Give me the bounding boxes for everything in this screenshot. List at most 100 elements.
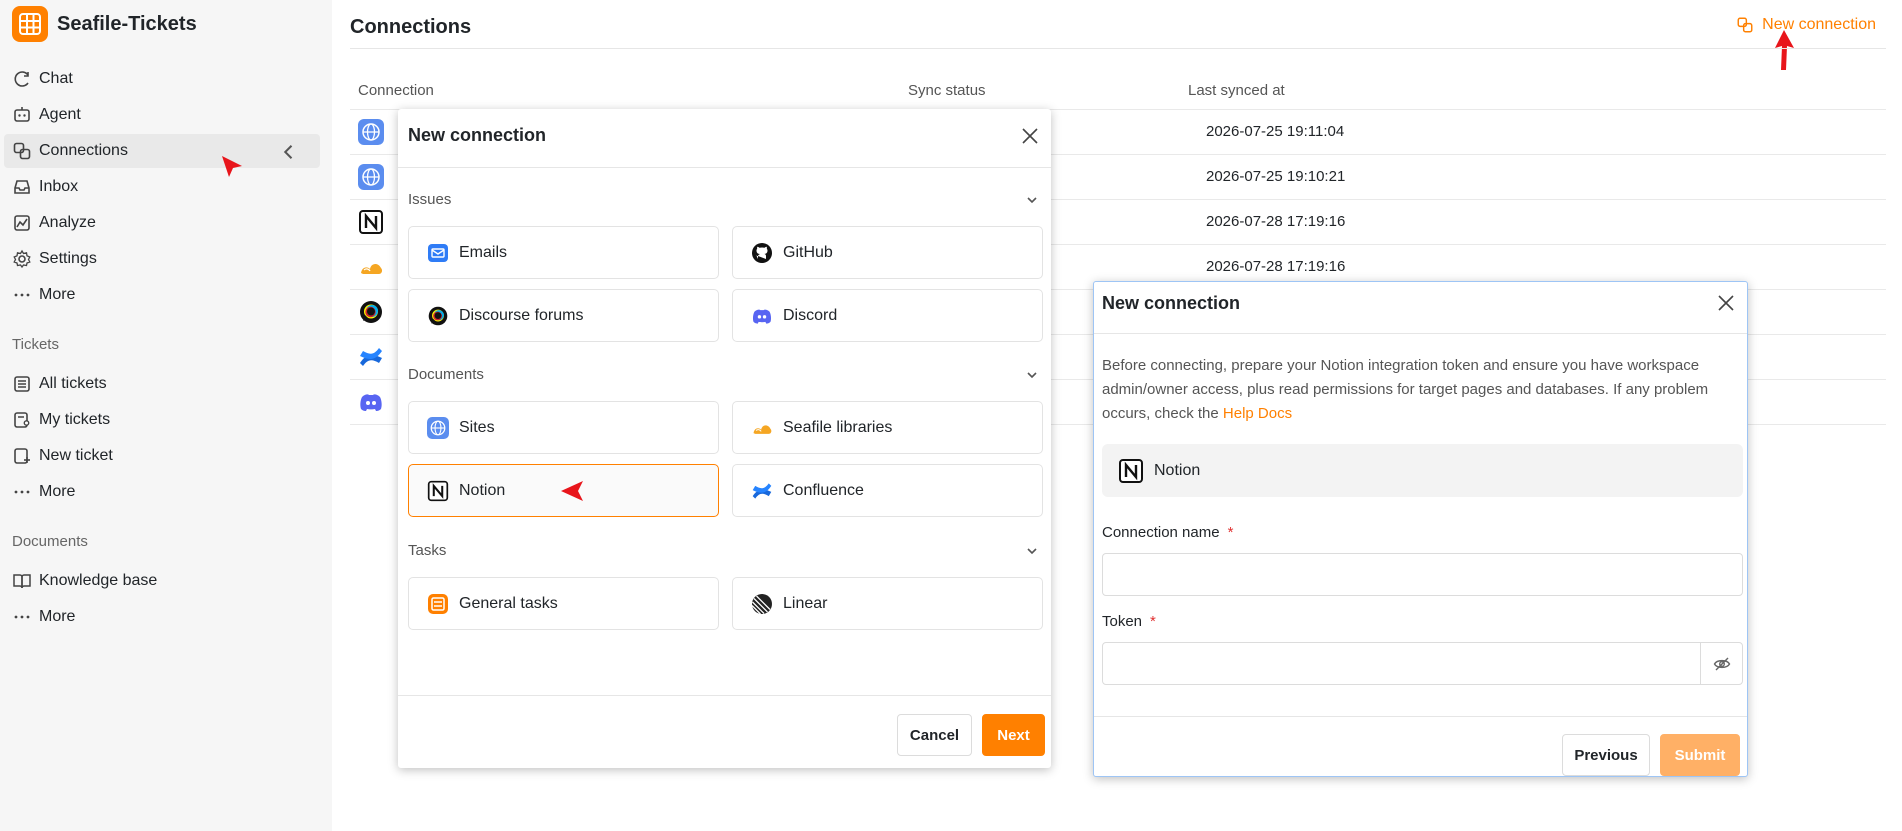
- connection-name-label: Connection name *: [1102, 524, 1233, 541]
- confluence-icon: [360, 348, 382, 366]
- notion-icon: [359, 210, 383, 234]
- analyze-icon: [14, 215, 30, 231]
- chevron-down-icon[interactable]: [1025, 193, 1039, 207]
- seafile-icon: [753, 424, 772, 434]
- sidebar-item-label: Settings: [39, 250, 97, 267]
- column-header-connection: Connection: [358, 82, 434, 99]
- sidebar-item-my-tickets[interactable]: My tickets: [4, 403, 320, 437]
- dialog-footer-divider: [398, 695, 1051, 696]
- connection-option-confluence[interactable]: Confluence: [732, 464, 1043, 517]
- row-last-synced: 2026-07-28 17:19:16: [1206, 258, 1346, 275]
- selected-service-name: Notion: [1154, 461, 1201, 479]
- label-text: Token: [1102, 613, 1143, 630]
- sidebar-item-agent[interactable]: Agent: [4, 98, 320, 132]
- token-input[interactable]: [1102, 642, 1743, 685]
- chevron-left-icon[interactable]: [279, 142, 299, 162]
- new-connection-button[interactable]: New connection: [1736, 16, 1876, 34]
- confluence-icon: [752, 482, 772, 499]
- discord-icon: [360, 394, 382, 411]
- sidebar-item-label: More: [39, 608, 76, 625]
- close-icon[interactable]: [1717, 294, 1735, 312]
- sidebar-item-more[interactable]: More: [4, 278, 320, 312]
- connection-option-linear[interactable]: Linear: [732, 577, 1043, 630]
- option-label: Discord: [783, 306, 838, 324]
- connection-name-input[interactable]: [1102, 553, 1743, 596]
- gear-icon: [13, 249, 31, 269]
- label-text: Connection name: [1102, 524, 1220, 541]
- github-icon: [752, 242, 772, 263]
- connection-option-discord[interactable]: Discord: [732, 289, 1043, 342]
- connection-option-github[interactable]: GitHub: [732, 226, 1043, 279]
- connection-option-emails[interactable]: Emails: [408, 226, 719, 279]
- header-divider: [350, 48, 1886, 49]
- sidebar-item-knowledge-base[interactable]: Knowledge base: [4, 564, 320, 598]
- notion-connection-dialog: New connection Before connecting, prepar…: [1093, 281, 1748, 777]
- brand[interactable]: Seafile-Tickets: [12, 6, 197, 42]
- connection-option-discourse[interactable]: Discourse forums: [408, 289, 719, 342]
- sidebar-item-documents-more[interactable]: More: [4, 600, 320, 634]
- sidebar-section-tickets: Tickets: [12, 336, 59, 353]
- sidebar-item-analyze[interactable]: Analyze: [4, 206, 320, 240]
- list-icon: [14, 376, 30, 392]
- agent-icon: [14, 107, 30, 122]
- discourse-icon: [428, 306, 448, 325]
- dialog-description: Before connecting, prepare your Notion i…: [1102, 354, 1738, 426]
- cursor-arrow-icon: [561, 481, 583, 501]
- sidebar: Seafile-Tickets Chat Agent Connections I…: [0, 0, 332, 831]
- section-title-tasks: Tasks: [408, 542, 447, 559]
- required-mark: *: [1227, 524, 1234, 541]
- sidebar-item-label: More: [39, 286, 76, 303]
- toggle-visibility-button[interactable]: [1700, 643, 1742, 684]
- help-docs-link[interactable]: Help Docs: [1223, 405, 1292, 422]
- connection-option-general-tasks[interactable]: General tasks: [408, 577, 719, 630]
- dialog-header-divider: [398, 167, 1051, 168]
- option-label: Linear: [783, 594, 828, 612]
- sites-icon: [358, 164, 384, 190]
- seafile-icon: [361, 263, 383, 274]
- dialog-title: New connection: [1102, 293, 1241, 313]
- more-dots-icon: [14, 490, 30, 494]
- chevron-down-icon[interactable]: [1025, 544, 1039, 558]
- connection-option-seafile-libraries[interactable]: Seafile libraries: [732, 401, 1043, 454]
- cancel-button[interactable]: Cancel: [897, 714, 972, 756]
- description-text: Before connecting, prepare your Notion i…: [1102, 357, 1709, 422]
- sidebar-item-connections[interactable]: Connections: [4, 134, 320, 168]
- previous-button[interactable]: Previous: [1562, 734, 1650, 776]
- sidebar-item-all-tickets[interactable]: All tickets: [4, 367, 320, 401]
- eye-off-icon: [1713, 657, 1730, 670]
- option-label: Discourse forums: [459, 306, 584, 324]
- notion-icon: [427, 480, 449, 501]
- page-title: Connections: [350, 16, 472, 38]
- chat-icon: [14, 71, 29, 87]
- sites-icon: [358, 119, 384, 145]
- sidebar-item-settings[interactable]: Settings: [4, 242, 320, 276]
- sidebar-item-tickets-more[interactable]: More: [4, 475, 320, 509]
- dialog-header-divider: [1094, 333, 1747, 334]
- column-header-last-synced: Last synced at: [1188, 82, 1285, 99]
- option-label: Confluence: [783, 481, 864, 499]
- next-button[interactable]: Next: [982, 714, 1045, 756]
- sidebar-item-new-ticket[interactable]: New ticket: [4, 439, 320, 473]
- app-name: Seafile-Tickets: [57, 12, 197, 35]
- sites-icon: [427, 416, 449, 439]
- sidebar-item-label: All tickets: [39, 375, 107, 392]
- connection-option-notion[interactable]: Notion: [408, 464, 719, 517]
- submit-button[interactable]: Submit: [1660, 734, 1740, 776]
- email-icon: [428, 243, 448, 262]
- inbox-icon: [14, 180, 30, 194]
- option-label: General tasks: [459, 594, 558, 612]
- connections-icon: [13, 142, 31, 160]
- connection-option-sites[interactable]: Sites: [408, 401, 719, 454]
- sidebar-item-label: Connections: [39, 142, 128, 159]
- user-list-icon: [14, 412, 30, 428]
- close-icon[interactable]: [1021, 127, 1039, 145]
- sidebar-item-chat[interactable]: Chat: [4, 62, 320, 96]
- cursor-arrow-icon: [222, 156, 242, 177]
- notion-icon: [1119, 458, 1143, 483]
- sidebar-section-documents: Documents: [12, 533, 88, 550]
- chevron-down-icon[interactable]: [1025, 368, 1039, 382]
- sidebar-item-inbox[interactable]: Inbox: [4, 170, 320, 204]
- more-dots-icon: [14, 615, 30, 619]
- dialog-title: New connection: [408, 125, 547, 145]
- sidebar-item-label: Chat: [39, 70, 73, 87]
